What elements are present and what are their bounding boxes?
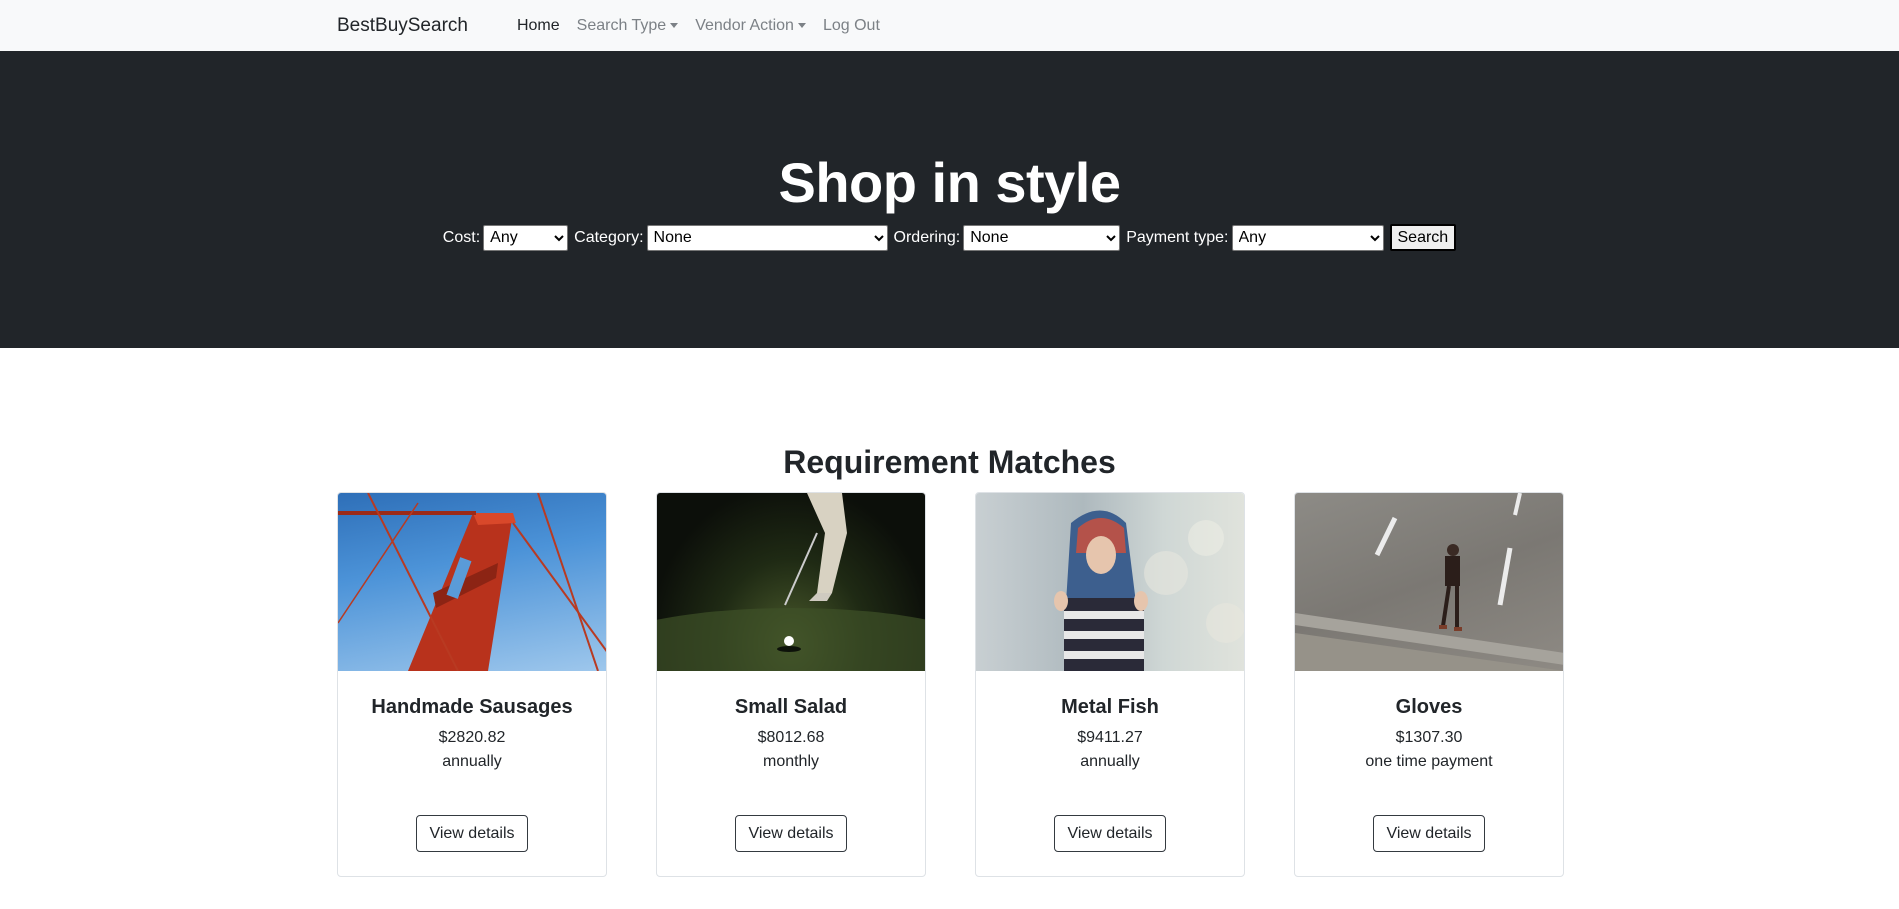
section-title: Requirement Matches: [783, 444, 1116, 480]
category-label: Category:: [574, 228, 644, 246]
view-details-button[interactable]: View details: [1054, 815, 1166, 852]
search-button[interactable]: Search: [1389, 224, 1457, 251]
caret-down-icon: [670, 23, 679, 28]
nav-search-type-label: Search Type: [576, 16, 667, 34]
ordering-select[interactable]: None: [963, 224, 1121, 251]
navbar: BestBuySearch Home Search Type Vendor Ac…: [0, 0, 1899, 51]
nav-search-type-dropdown[interactable]: Search Type: [577, 17, 679, 35]
nav-vendor-action-dropdown[interactable]: Vendor Action: [695, 17, 806, 35]
ordering-label: Ordering:: [893, 228, 961, 246]
cost-label: Cost:: [442, 228, 481, 246]
payment-type-select[interactable]: Any: [1231, 224, 1384, 251]
nav-log-out[interactable]: Log Out: [823, 17, 880, 35]
product-title: Metal Fish: [1061, 696, 1159, 718]
payment-period: monthly: [762, 753, 820, 770]
product-image-golf: [657, 493, 925, 671]
product-image-road: [1295, 493, 1563, 671]
product-price: $2820.82: [438, 729, 506, 746]
nav-home-label: Home: [516, 16, 560, 34]
view-details-button[interactable]: View details: [416, 815, 528, 852]
product-card: Metal Fish $9411.27 annually View detail…: [975, 492, 1245, 877]
nav-home[interactable]: Home: [517, 17, 560, 35]
product-image-bridge: [338, 493, 606, 671]
product-title: Small Salad: [734, 696, 848, 718]
payment-type-label: Payment type:: [1126, 228, 1229, 246]
product-card: Handmade Sausages $2820.82 annually View…: [337, 492, 607, 877]
filter-form: Cost: Any Category: None Ordering: None …: [0, 224, 1899, 251]
product-image-woman: [976, 493, 1244, 671]
product-card: Small Salad $8012.68 monthly View detail…: [656, 492, 926, 877]
payment-period: annually: [442, 753, 502, 770]
hero-title: Shop in style: [778, 151, 1122, 214]
road-illustration: [1295, 493, 1563, 671]
golf-illustration: [657, 493, 925, 671]
view-details-button[interactable]: View details: [1373, 815, 1485, 852]
nav-log-out-label: Log Out: [822, 16, 880, 34]
brand-link[interactable]: BestBuySearch: [337, 15, 468, 37]
payment-period: one time payment: [1365, 753, 1493, 770]
caret-down-icon: [797, 23, 806, 28]
nav-vendor-action-label: Vendor Action: [695, 16, 794, 34]
product-card: Gloves $1307.30 one time payment View de…: [1294, 492, 1564, 877]
view-details-button[interactable]: View details: [735, 815, 847, 852]
payment-period: annually: [1080, 753, 1140, 770]
product-price: $8012.68: [757, 729, 825, 746]
product-price: $9411.27: [1077, 729, 1143, 746]
product-card-list: Handmade Sausages $2820.82 annually View…: [337, 492, 1564, 877]
bridge-illustration: [338, 493, 606, 671]
woman-illustration: [1054, 510, 1244, 671]
category-select[interactable]: None: [646, 224, 888, 251]
product-title: Handmade Sausages: [371, 696, 573, 718]
product-title: Gloves: [1395, 696, 1463, 718]
product-price: $1307.30: [1395, 729, 1463, 746]
cost-select[interactable]: Any: [483, 224, 569, 251]
